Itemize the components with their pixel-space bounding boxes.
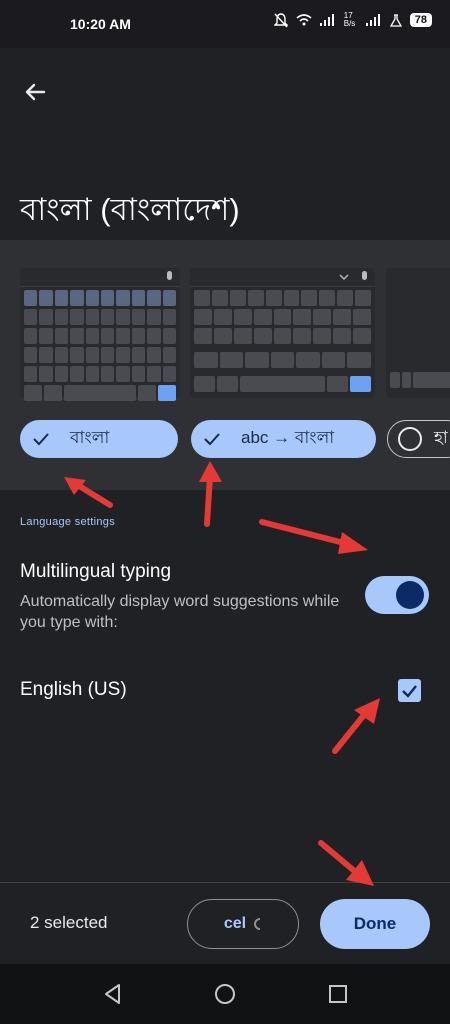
multilingual-title: Multilingual typing — [20, 561, 172, 582]
done-button[interactable]: Done — [320, 899, 430, 949]
navigation-bar — [0, 964, 450, 1024]
keyboard-preview-third[interactable] — [386, 268, 450, 398]
mic-icon — [362, 271, 367, 280]
status-time: 10:20 AM — [70, 16, 131, 32]
notifications-off-icon — [273, 12, 288, 27]
language-option-label: English (US) — [20, 679, 127, 700]
footer-divider — [0, 882, 450, 883]
annotation-arrow — [259, 519, 368, 554]
selected-count: 2 selected — [30, 913, 108, 932]
annotation-arrow — [318, 840, 374, 886]
cancel-button[interactable]: cel — [187, 899, 299, 949]
annotation-arrow — [199, 461, 222, 527]
nav-recents-icon[interactable] — [326, 982, 350, 1006]
keyboard-preview-bangla[interactable] — [20, 268, 180, 401]
cancel-button-label: cel — [223, 915, 247, 932]
toggle-thumb — [396, 581, 424, 609]
section-label: Language settings — [20, 516, 116, 528]
page-title: বাংলা (বাংলাদেশ) — [20, 192, 240, 227]
layout-chip-label: হা — [434, 428, 448, 447]
check-icon — [33, 433, 49, 446]
language-checkbox-english[interactable] — [398, 679, 421, 702]
back-button[interactable] — [20, 76, 52, 108]
signal-icon — [319, 14, 334, 26]
keyboard-preview-abc-bangla[interactable] — [190, 268, 375, 398]
layout-chip-bangla[interactable]: বাংলা — [20, 420, 178, 458]
multilingual-description: Automatically display word suggestions w… — [20, 593, 340, 631]
mic-icon — [167, 271, 172, 280]
network-speed: 17 B/s — [343, 11, 356, 28]
layout-chip-label: বাংলা — [70, 428, 110, 447]
battery-indicator: 78 — [409, 13, 432, 27]
annotation-arrow — [332, 698, 380, 754]
layout-chip-abc-bangla[interactable]: abc → বাংলা — [191, 420, 376, 458]
annotation-arrow — [64, 477, 113, 508]
radio-unchecked-icon — [398, 427, 422, 451]
loading-spinner-icon — [254, 918, 261, 930]
chevron-down-icon — [339, 274, 349, 280]
layout-chip-label: abc → বাংলা — [241, 428, 335, 447]
arrow-back-icon — [25, 83, 46, 101]
signal-icon-2 — [365, 14, 380, 26]
wifi-icon — [296, 14, 312, 26]
nav-home-icon[interactable] — [213, 982, 237, 1006]
flask-icon — [389, 13, 402, 27]
multilingual-toggle[interactable] — [365, 576, 429, 614]
layout-chip-third[interactable]: হা — [387, 420, 450, 458]
status-bar: 10:20 AM 17 B/s 78 — [0, 0, 450, 48]
status-icons: 17 B/s 78 — [273, 11, 432, 28]
check-icon — [402, 685, 417, 698]
nav-back-icon[interactable] — [101, 982, 125, 1006]
check-icon — [204, 433, 220, 446]
